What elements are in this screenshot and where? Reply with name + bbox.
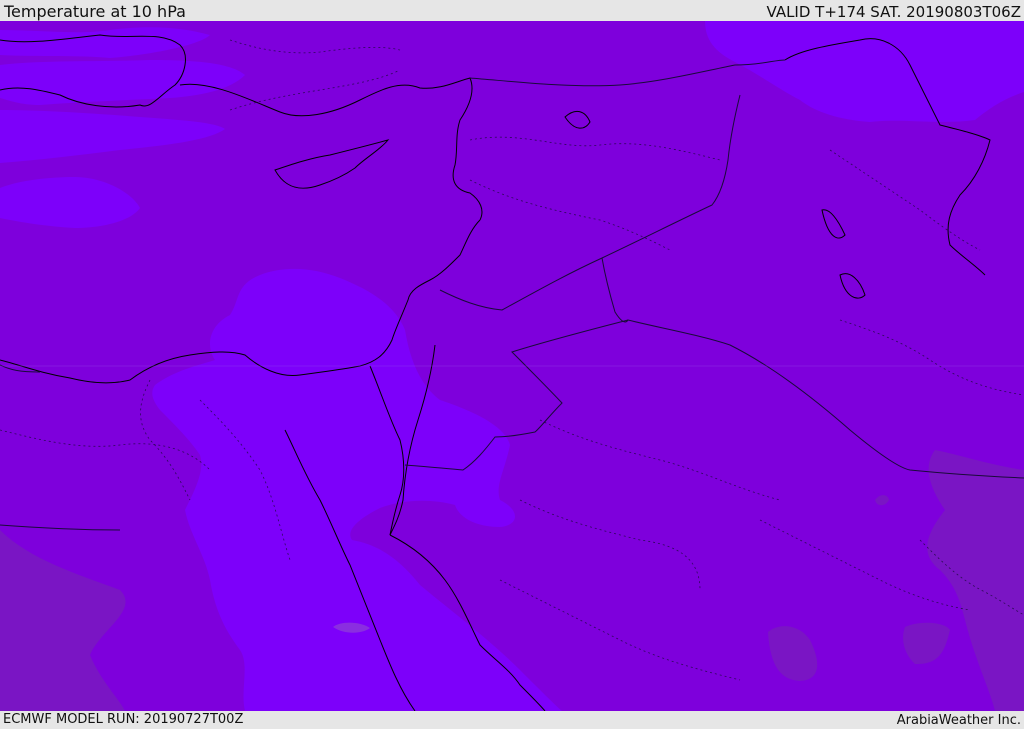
credit-label: ArabiaWeather Inc. xyxy=(896,713,1021,728)
footer-bar: ECMWF MODEL RUN: 20190727T00Z ArabiaWeat… xyxy=(0,711,1024,729)
map-title: Temperature at 10 hPa xyxy=(4,2,186,21)
header-bar: Temperature at 10 hPa VALID T+174 SAT. 2… xyxy=(0,0,1024,21)
model-run-label: ECMWF MODEL RUN: 20190727T00Z xyxy=(3,712,244,727)
temperature-map xyxy=(0,21,1024,711)
map-canvas xyxy=(0,21,1024,711)
valid-time: VALID T+174 SAT. 20190803T06Z xyxy=(766,3,1021,21)
